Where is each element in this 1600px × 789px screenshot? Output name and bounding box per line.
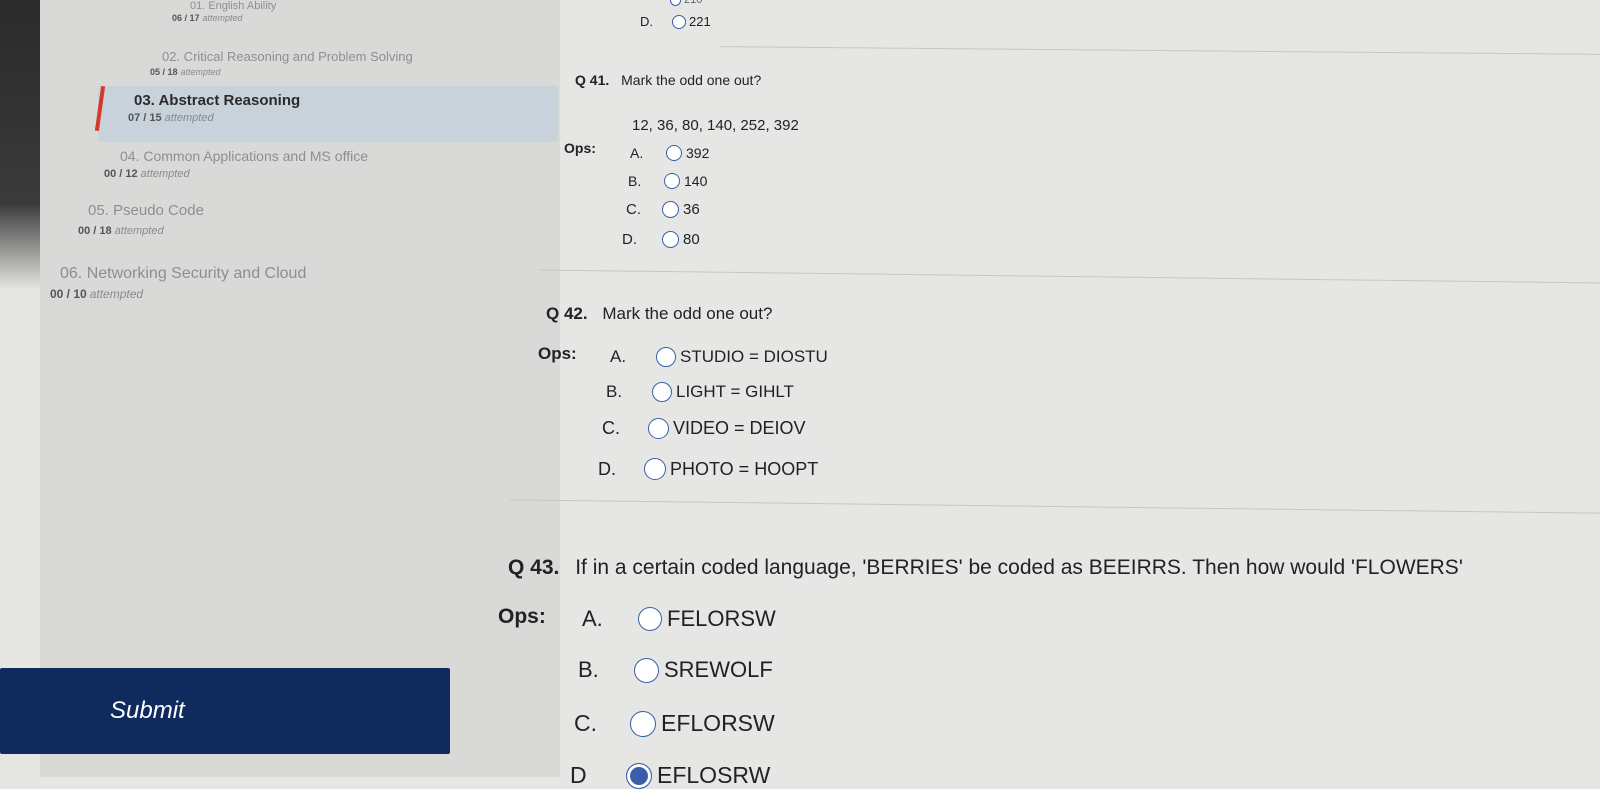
radio-button[interactable] xyxy=(664,173,680,189)
section-item-abstract-reasoning[interactable]: 03. Abstract Reasoning 07 / 15 attempted xyxy=(94,85,558,142)
radio-button[interactable] xyxy=(666,145,682,161)
prev-option-d[interactable]: D. 221 xyxy=(640,14,711,29)
ops-label: Ops: xyxy=(498,605,546,628)
radio-button[interactable] xyxy=(652,382,672,402)
option-41-a[interactable]: A. 392 xyxy=(630,145,709,161)
section-title: 03. Abstract Reasoning xyxy=(134,92,301,109)
ops-label: Ops: xyxy=(538,344,577,363)
radio-button[interactable] xyxy=(638,607,662,631)
section-count: 06 / 17 attempted xyxy=(172,13,243,23)
option-42-a[interactable]: A. STUDIO = DIOSTU xyxy=(610,347,828,367)
section-title: 06. Networking Security and Cloud xyxy=(60,265,307,282)
section-item-pseudo-code[interactable]: 05. Pseudo Code xyxy=(88,202,204,220)
option-41-d[interactable]: D. 80 xyxy=(622,231,700,248)
ops-label: Ops: xyxy=(564,140,596,156)
option-41-b[interactable]: B. 140 xyxy=(628,173,707,189)
question-text: If in a certain coded language, 'BERRIES… xyxy=(575,556,1463,579)
radio-button[interactable] xyxy=(662,231,679,248)
question-number: Q 42. xyxy=(546,304,588,323)
section-title: 04. Common Applications and MS office xyxy=(120,148,368,164)
option-42-d[interactable]: D. PHOTO = HOOPT xyxy=(598,458,818,480)
option-41-c[interactable]: C. 36 xyxy=(626,201,700,218)
radio-button[interactable] xyxy=(656,347,676,367)
question-divider xyxy=(510,499,1600,514)
radio-button[interactable] xyxy=(630,710,656,737)
question-text: Mark the odd one out? xyxy=(602,304,773,323)
section-count: 07 / 15 attempted xyxy=(128,112,214,124)
question-subtext: 12, 36, 80, 140, 252, 392 xyxy=(632,117,799,134)
prev-option-c[interactable]: 210 xyxy=(670,0,702,6)
submit-button[interactable]: Submit xyxy=(0,668,450,754)
radio-button[interactable] xyxy=(634,657,659,683)
option-43-d[interactable]: D EFLOSRW xyxy=(570,762,770,789)
section-count: 00 / 12 attempted xyxy=(104,168,190,180)
option-43-c[interactable]: C. EFLORSW xyxy=(574,710,775,737)
option-43-a[interactable]: A. FELORSW xyxy=(582,606,776,632)
section-count: 00 / 10 attempted xyxy=(50,287,144,301)
question-text: Mark the odd one out? xyxy=(621,72,762,88)
radio-button[interactable] xyxy=(672,14,686,29)
section-title: 05. Pseudo Code xyxy=(88,202,204,219)
option-42-c[interactable]: C. VIDEO = DEIOV xyxy=(602,418,806,439)
radio-button[interactable] xyxy=(644,458,666,480)
radio-button[interactable] xyxy=(648,418,669,439)
section-count: 00 / 18 attempted xyxy=(78,225,164,237)
question-number: Q 43. xyxy=(508,556,560,579)
question-41: Q 41. Mark the odd one out? xyxy=(575,72,761,88)
radio-button[interactable] xyxy=(662,201,679,218)
option-43-b[interactable]: B. SREWOLF xyxy=(578,657,773,683)
question-43: Q 43. If in a certain coded language, 'B… xyxy=(508,556,1463,580)
radio-button[interactable] xyxy=(670,0,681,6)
section-item-networking[interactable]: 06. Networking Security and Cloud xyxy=(60,265,306,283)
question-divider xyxy=(540,269,1600,284)
radio-button-selected[interactable] xyxy=(626,762,652,789)
section-count: 05 / 18 attempted xyxy=(150,67,221,77)
option-42-b[interactable]: B. LIGHT = GIHLT xyxy=(606,382,794,402)
question-number: Q 41. xyxy=(575,72,610,88)
question-42: Q 42. Mark the odd one out? xyxy=(546,304,772,324)
question-divider xyxy=(720,46,1600,55)
